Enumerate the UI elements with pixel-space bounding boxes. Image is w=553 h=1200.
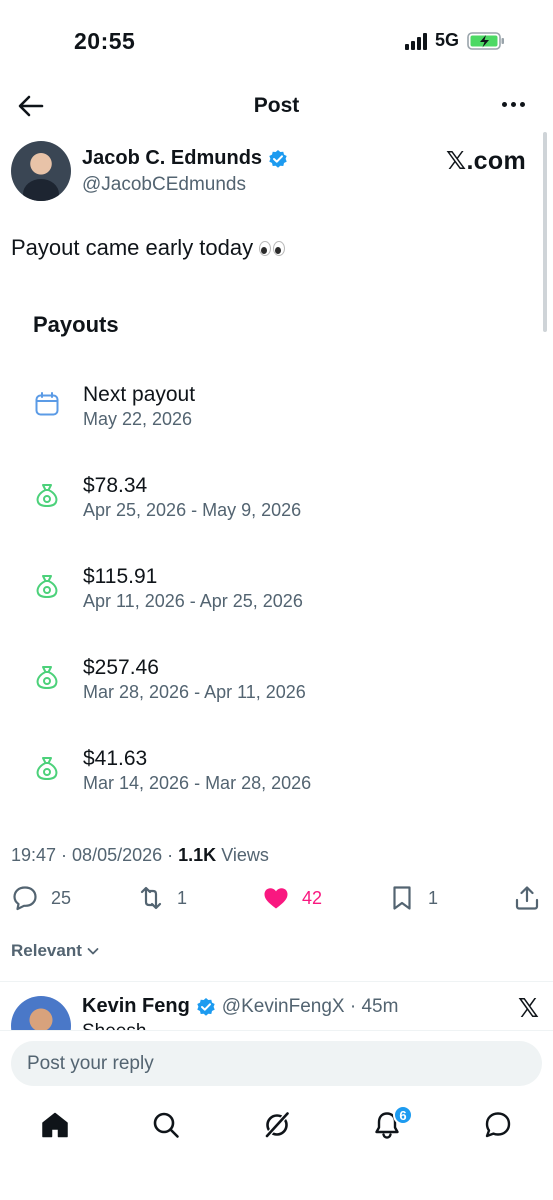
eyes-emoji-icon <box>259 240 286 256</box>
more-options-icon[interactable] <box>502 102 525 107</box>
payout-row: $257.46 Mar 28, 2026 - Apr 11, 2026 <box>34 656 434 716</box>
next-payout-row: Next payout May 22, 2026 <box>34 383 434 443</box>
bookmark-count: 1 <box>428 887 439 908</box>
author-avatar[interactable] <box>11 141 71 201</box>
x-logo-icon: 𝕏 <box>518 993 539 1023</box>
author-name-row[interactable]: Jacob C. Edmunds <box>82 147 288 170</box>
reply-author-handle[interactable]: @KevinFengX · 45m <box>222 996 399 1018</box>
tweet-date: 08/05/2026 <box>72 845 163 865</box>
reply-count: 25 <box>51 887 72 908</box>
repost-count: 1 <box>177 887 188 908</box>
verified-badge-icon <box>269 149 287 168</box>
share-button[interactable] <box>513 884 541 912</box>
signal-icon <box>404 32 427 50</box>
calendar-icon <box>35 392 59 416</box>
payout-row: $78.34 Apr 25, 2026 - May 9, 2026 <box>34 474 434 534</box>
payout-range: Mar 14, 2026 - Mar 28, 2026 <box>83 773 312 793</box>
reply-sort-label: Relevant <box>11 941 82 960</box>
payout-amount: $41.63 <box>83 747 148 770</box>
network-label: 5G <box>434 30 459 50</box>
tweet-time: 19:47 <box>11 845 57 865</box>
battery-charging-icon <box>467 31 504 50</box>
payout-row: $41.63 Mar 14, 2026 - Mar 28, 2026 <box>34 747 434 807</box>
home-icon[interactable] <box>40 1110 70 1140</box>
money-bag-icon <box>36 757 58 781</box>
chevron-down-icon <box>87 948 99 955</box>
reply-icon <box>13 886 37 911</box>
author-name[interactable]: Jacob C. Edmunds <box>82 147 262 170</box>
reply-author-row[interactable]: Kevin Feng @KevinFengX · 45m <box>82 995 398 1018</box>
reply-input[interactable]: Post your reply <box>11 1041 542 1086</box>
page-title: Post <box>253 94 300 117</box>
money-bag-icon <box>36 575 58 599</box>
reply-author-name[interactable]: Kevin Feng <box>82 995 190 1018</box>
payout-range: Mar 28, 2026 - Apr 11, 2026 <box>83 682 306 702</box>
bookmark-icon <box>393 886 411 910</box>
reply-sort-dropdown[interactable]: Relevant <box>11 941 100 961</box>
grok-icon[interactable] <box>262 1110 292 1140</box>
share-icon <box>515 886 539 910</box>
views-label: Views <box>221 845 269 865</box>
author-handle[interactable]: @JacobCEdmunds <box>82 174 246 196</box>
views-count: 1.1K <box>178 845 217 865</box>
money-bag-icon <box>36 666 58 690</box>
heart-filled-icon <box>264 888 288 909</box>
scrollbar[interactable] <box>543 132 547 332</box>
tweet-text-content: Payout came early today <box>11 235 254 260</box>
payout-row: $115.91 Apr 11, 2026 - Apr 25, 2026 <box>34 565 434 625</box>
payout-amount: $78.34 <box>83 474 148 497</box>
repost-icon <box>140 886 162 910</box>
payout-amount: $257.46 <box>83 656 159 679</box>
bookmark-button[interactable]: 1 <box>388 884 438 912</box>
messages-icon[interactable] <box>483 1110 513 1140</box>
divider <box>0 981 553 982</box>
repost-button[interactable]: 1 <box>137 884 187 912</box>
payout-amount: $115.91 <box>83 565 158 588</box>
payouts-heading: Payouts <box>33 312 119 337</box>
reply-button[interactable]: 25 <box>11 884 71 912</box>
tweet-text: Payout came early today <box>11 235 286 261</box>
status-time: 20:55 <box>74 28 136 54</box>
notification-badge: 6 <box>393 1105 413 1125</box>
verified-badge-icon <box>197 997 215 1016</box>
next-payout-title: Next payout <box>83 383 196 406</box>
money-bag-icon <box>36 484 58 508</box>
tweet-meta: 19:47 · 08/05/2026 · 1.1K Views <box>11 845 269 865</box>
source-label: 𝕏.com <box>446 147 526 175</box>
search-icon[interactable] <box>151 1110 181 1140</box>
payout-range: Apr 11, 2026 - Apr 25, 2026 <box>83 591 303 611</box>
next-payout-date: May 22, 2026 <box>83 409 193 429</box>
payout-range: Apr 25, 2026 - May 9, 2026 <box>83 500 302 520</box>
like-count: 42 <box>302 887 323 908</box>
like-button[interactable]: 42 <box>262 884 322 912</box>
status-indicators: 5G <box>404 30 505 51</box>
